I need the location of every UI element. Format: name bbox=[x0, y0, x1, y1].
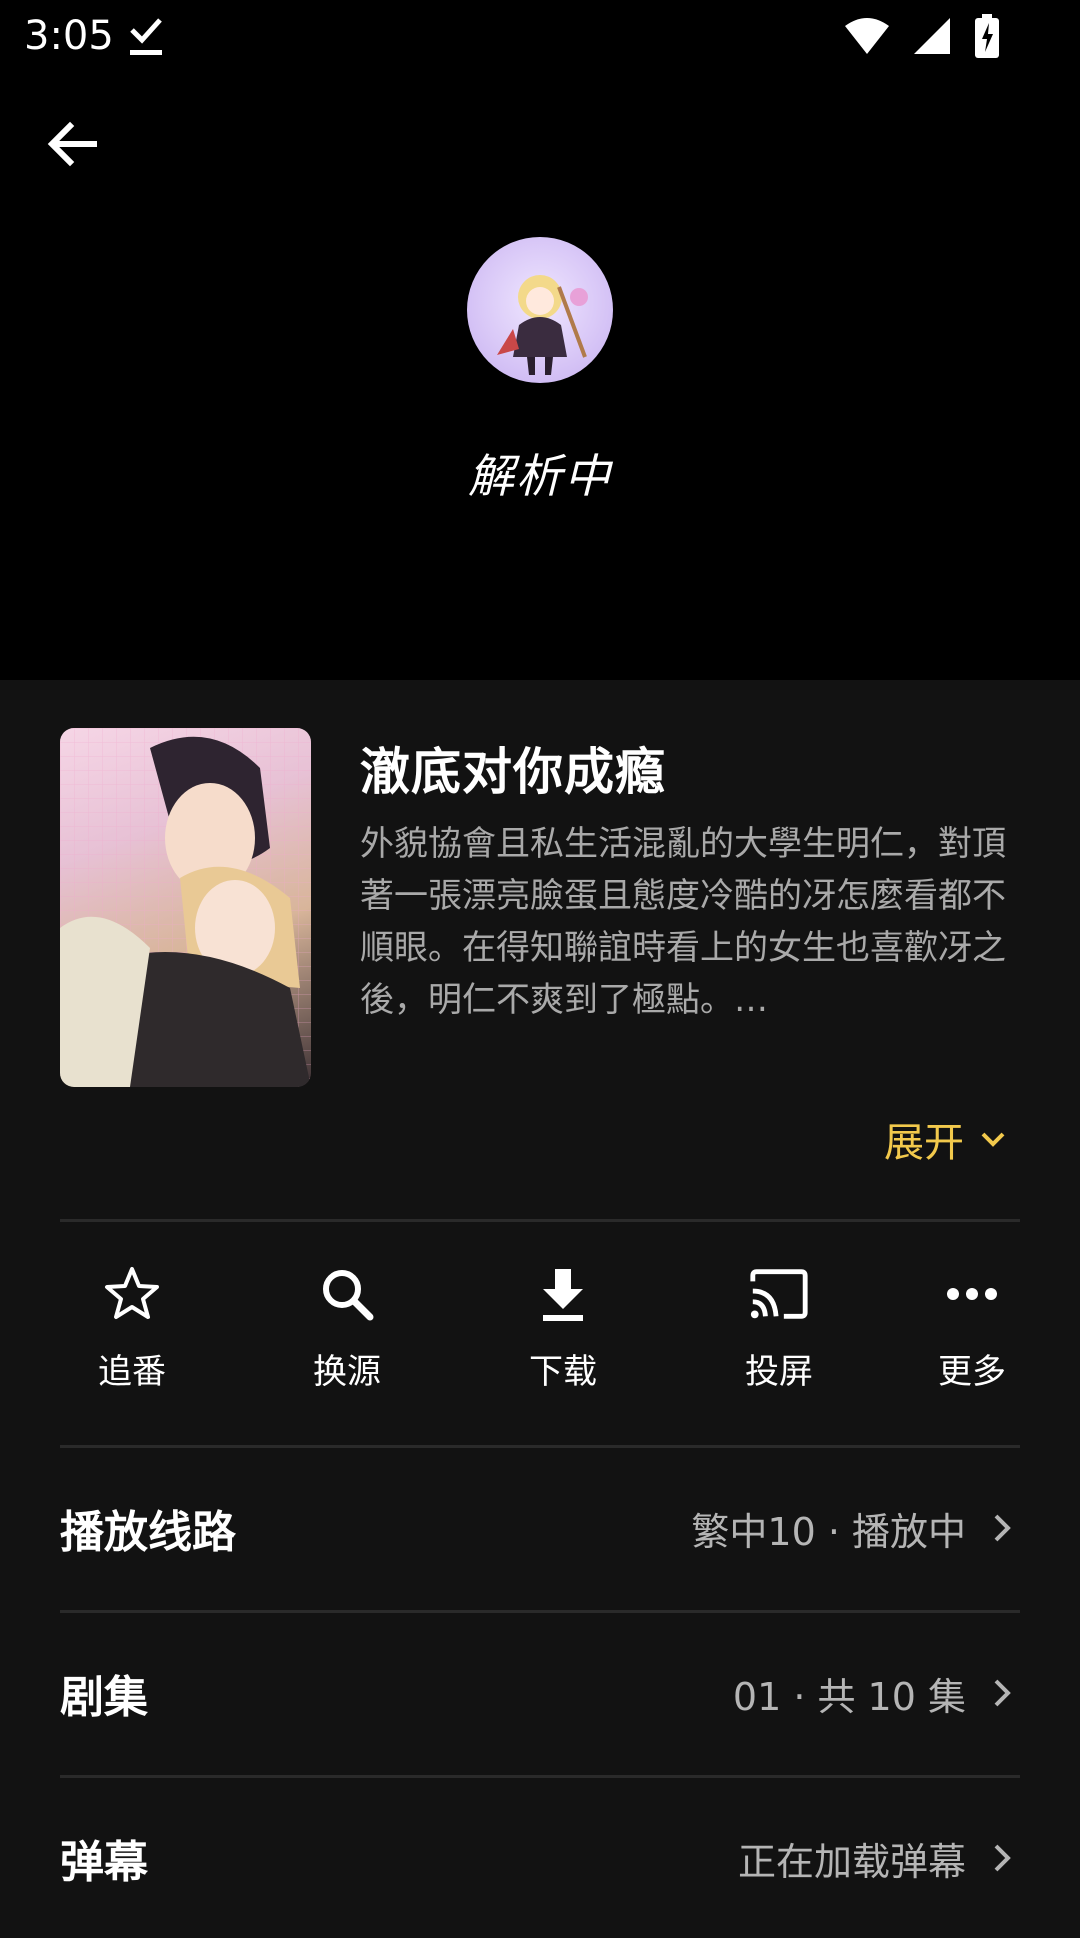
chevron-down-icon bbox=[981, 1132, 1005, 1147]
switch-source-button[interactable]: 换源 bbox=[277, 1262, 417, 1402]
danmaku-row[interactable]: 弹幕 正在加载弹幕 bbox=[60, 1778, 1020, 1938]
cast-button[interactable]: 投屏 bbox=[709, 1262, 849, 1402]
status-time: 3:05 bbox=[24, 13, 114, 59]
chevron-right-icon bbox=[994, 1514, 1011, 1542]
follow-button[interactable]: 追番 bbox=[62, 1262, 202, 1402]
expand-button[interactable]: 展开 bbox=[884, 1110, 1010, 1168]
episodes-title: 剧集 bbox=[60, 1672, 148, 1723]
battery-charging-icon bbox=[975, 14, 999, 58]
switch-source-label: 换源 bbox=[313, 1352, 381, 1392]
cast-icon bbox=[747, 1262, 811, 1326]
play-route-title: 播放线路 bbox=[60, 1507, 236, 1558]
signal-icon bbox=[914, 18, 950, 54]
download-button[interactable]: 下载 bbox=[493, 1262, 633, 1402]
action-bar: 追番 换源 下载 投屏 更多 bbox=[0, 1262, 1080, 1402]
chevron-right-icon bbox=[994, 1679, 1011, 1707]
more-label: 更多 bbox=[938, 1352, 1006, 1392]
more-button[interactable]: 更多 bbox=[902, 1262, 1042, 1402]
mascot-illustration bbox=[497, 275, 588, 375]
download-label: 下载 bbox=[529, 1352, 597, 1392]
loading-mascot-avatar bbox=[467, 237, 613, 383]
danmaku-title: 弹幕 bbox=[60, 1837, 148, 1888]
episodes-row[interactable]: 剧集 01 · 共 10 集 bbox=[60, 1613, 1020, 1773]
show-title: 澈底对你成瘾 bbox=[360, 743, 666, 801]
download-done-icon bbox=[130, 18, 162, 55]
cast-label: 投屏 bbox=[745, 1352, 813, 1392]
wifi-icon bbox=[845, 18, 889, 54]
search-icon bbox=[315, 1262, 379, 1326]
video-player[interactable]: 解析中 bbox=[0, 72, 1080, 680]
divider bbox=[60, 1219, 1020, 1222]
episodes-value: 01 · 共 10 集 bbox=[732, 1674, 966, 1719]
show-description: 外貌協會且私生活混亂的大學生明仁，對頂著一張漂亮臉蛋且態度冷酷的冴怎麼看都不順眼… bbox=[360, 824, 1006, 1020]
cover-illustration bbox=[60, 728, 311, 1087]
more-horiz-icon bbox=[940, 1262, 1004, 1326]
danmaku-value: 正在加载弹幕 bbox=[737, 1839, 966, 1884]
download-icon bbox=[531, 1262, 595, 1326]
expand-label: 展开 bbox=[884, 1120, 964, 1166]
back-arrow-icon[interactable] bbox=[40, 112, 104, 176]
follow-label: 追番 bbox=[98, 1352, 166, 1392]
play-route-value: 繁中10 · 播放中 bbox=[691, 1509, 966, 1554]
status-icons bbox=[844, 14, 1000, 58]
parsing-status-text: 解析中 bbox=[468, 449, 612, 503]
star-outline-icon bbox=[100, 1262, 164, 1326]
chevron-right-icon bbox=[994, 1844, 1011, 1872]
status-bar: 3:05 bbox=[0, 0, 1080, 72]
cover-image[interactable] bbox=[60, 728, 311, 1087]
play-route-row[interactable]: 播放线路 繁中10 · 播放中 bbox=[60, 1448, 1020, 1608]
